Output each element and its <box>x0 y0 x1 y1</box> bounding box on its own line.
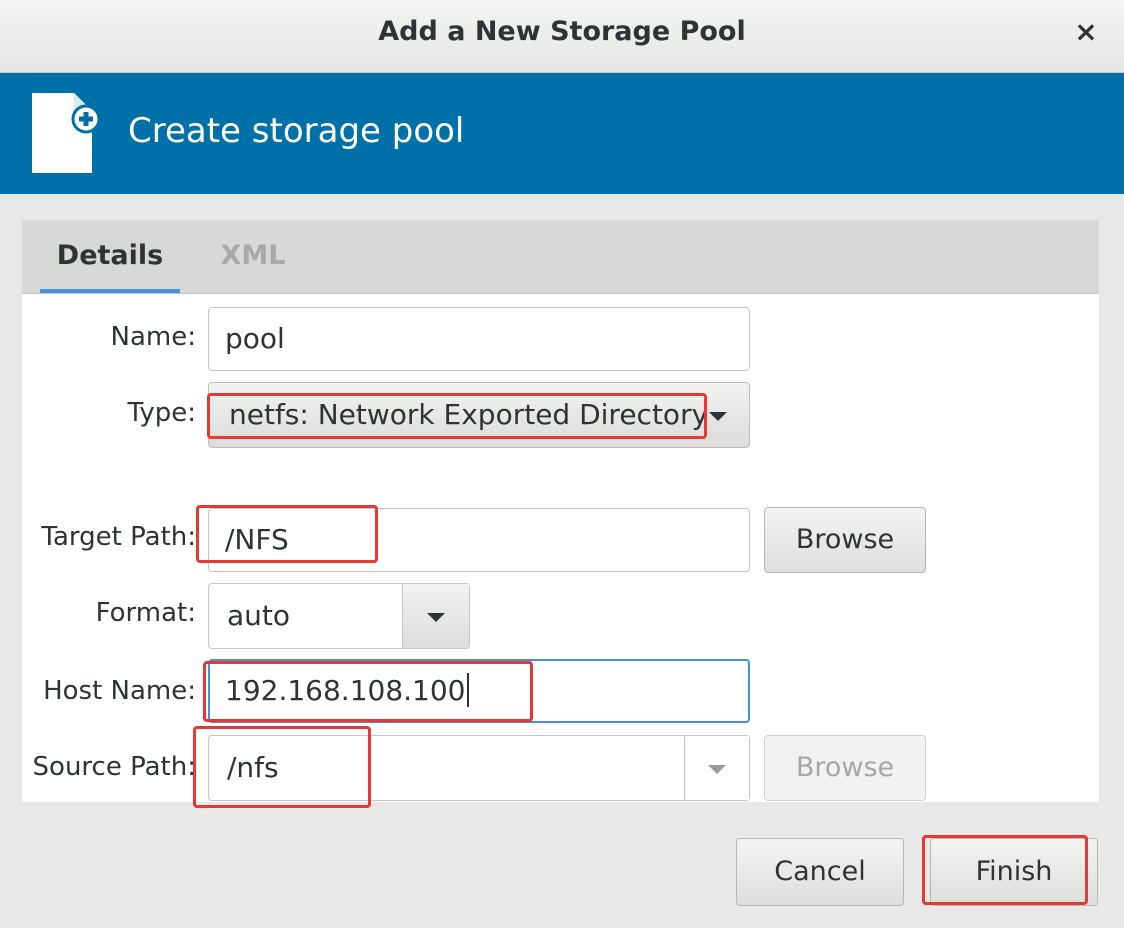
target-path-browse-button[interactable]: Browse <box>764 507 926 573</box>
banner-heading: Create storage pool <box>128 111 465 151</box>
name-input[interactable]: pool <box>208 307 750 371</box>
source-path-value: /nfs <box>227 751 279 784</box>
target-path-label: Target Path: <box>41 522 196 552</box>
finish-button[interactable]: Finish <box>930 838 1098 906</box>
format-label: Format: <box>95 598 196 628</box>
header-banner: Create storage pool <box>0 73 1124 194</box>
chevron-down-icon <box>709 412 727 421</box>
type-select-value: netfs: Network Exported Directory <box>229 398 709 431</box>
tab-xml[interactable]: XML <box>218 220 288 293</box>
chevron-down-icon <box>708 765 726 774</box>
close-icon[interactable]: × <box>1074 18 1098 46</box>
format-dropdown-button[interactable] <box>402 584 469 648</box>
format-select-value: auto <box>227 599 291 632</box>
document-add-icon <box>32 93 100 173</box>
text-caret <box>467 673 470 707</box>
chevron-down-icon <box>427 613 445 622</box>
name-label: Name: <box>110 322 196 352</box>
source-path-browse-button: Browse <box>764 735 926 801</box>
format-select[interactable]: auto <box>208 583 470 649</box>
tab-details[interactable]: Details <box>40 220 180 293</box>
tab-bar: Details XML <box>22 220 1099 294</box>
window-titlebar: Add a New Storage Pool × <box>0 0 1124 73</box>
host-name-value: 192.168.108.100 <box>225 674 466 707</box>
type-label: Type: <box>127 398 196 428</box>
source-path-dropdown-button[interactable] <box>684 736 749 800</box>
type-select[interactable]: netfs: Network Exported Directory <box>208 382 750 448</box>
cancel-button[interactable]: Cancel <box>736 838 904 906</box>
target-path-input[interactable]: /NFS <box>208 508 750 572</box>
source-path-label: Source Path: <box>32 752 196 782</box>
window-title: Add a New Storage Pool <box>378 16 746 47</box>
host-name-input[interactable]: 192.168.108.100 <box>208 659 750 723</box>
host-name-label: Host Name: <box>43 676 196 706</box>
source-path-combo[interactable]: /nfs <box>208 735 750 801</box>
